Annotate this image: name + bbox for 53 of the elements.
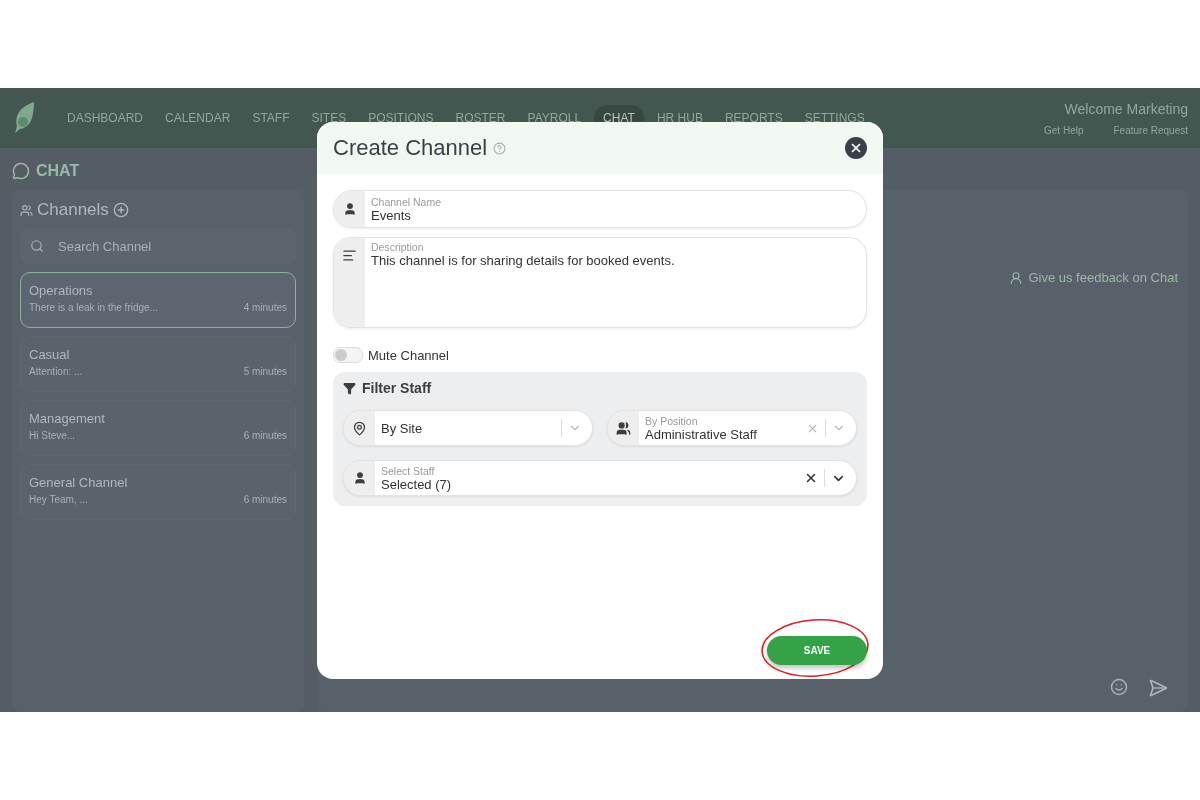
- users-icon: [20, 203, 33, 217]
- channel-time: 5 minutes: [243, 366, 287, 377]
- welcome-text: Welcome Marketing: [1064, 100, 1188, 117]
- emoji-icon: [1110, 678, 1128, 696]
- filter-icon: [343, 381, 356, 395]
- channel-time: 4 minutes: [243, 302, 287, 313]
- feedback-link[interactable]: Give us feedback on Chat: [1028, 270, 1178, 285]
- close-icon: [849, 141, 863, 155]
- nav-tab[interactable]: STAFF: [243, 105, 299, 131]
- description-field[interactable]: Description This channel is for sharing details for booked events.: [333, 237, 867, 328]
- filter-title: Filter Staff: [362, 380, 432, 396]
- user-icon: [1009, 270, 1024, 285]
- user-icon: [342, 202, 357, 216]
- channel-preview: Attention: ...: [29, 366, 83, 377]
- channel-name: General Channel: [29, 475, 129, 490]
- channel-name: Operations: [29, 283, 94, 298]
- channel-time: 6 minutes: [243, 494, 287, 505]
- nav-tab[interactable]: DASHBOARD: [58, 105, 152, 131]
- send-icon: [1148, 678, 1168, 698]
- search-field[interactable]: Search Channel: [20, 228, 296, 264]
- lines-icon: [342, 248, 357, 263]
- staff-select[interactable]: Select Staff Selected (7): [343, 460, 857, 496]
- site-select[interactable]: By Site: [343, 410, 593, 446]
- channel-name-field[interactable]: Channel Name Events: [333, 190, 867, 228]
- dialog-title: Create Channel: [333, 135, 488, 161]
- mute-label: Mute Channel: [368, 347, 449, 363]
- chat-icon: [12, 162, 30, 180]
- close-button[interactable]: [845, 137, 867, 159]
- page-title: CHAT: [36, 162, 80, 180]
- channels-heading: Channels: [37, 200, 109, 220]
- position-select[interactable]: By Position Administrative Staff: [607, 410, 857, 446]
- channel-preview: Hey Team, ...: [29, 494, 88, 505]
- channel-preview: Hi Steve...: [29, 430, 76, 441]
- channel-item[interactable]: General Channel Hey Team, ... 6 minutes: [20, 464, 296, 520]
- add-icon: [112, 202, 129, 218]
- channel-item[interactable]: Management Hi Steve... 6 minutes: [20, 400, 296, 456]
- user-icon: [352, 471, 367, 485]
- mute-toggle[interactable]: [333, 347, 363, 363]
- channel-item[interactable]: Operations There is a leak in the fridge... 4 minutes: [20, 272, 296, 328]
- channel-name: Management: [29, 411, 106, 426]
- channel-item[interactable]: Casual Attention: ... 5 minutes: [20, 336, 296, 392]
- feature-request-link[interactable]: Feature Request: [1113, 124, 1188, 136]
- save-button[interactable]: SAVE: [767, 636, 867, 665]
- search-icon: [30, 239, 44, 253]
- nav-tab[interactable]: CALENDAR: [156, 105, 240, 131]
- group-icon: [616, 420, 631, 436]
- channel-preview: There is a leak in the fridge...: [29, 302, 158, 313]
- pin-icon: [352, 420, 367, 436]
- clear-icon: [804, 471, 818, 485]
- channel-name: Casual: [29, 347, 71, 362]
- help-link[interactable]: Get Help: [1044, 124, 1084, 136]
- help-icon: [493, 141, 507, 155]
- channel-time: 6 minutes: [243, 430, 287, 441]
